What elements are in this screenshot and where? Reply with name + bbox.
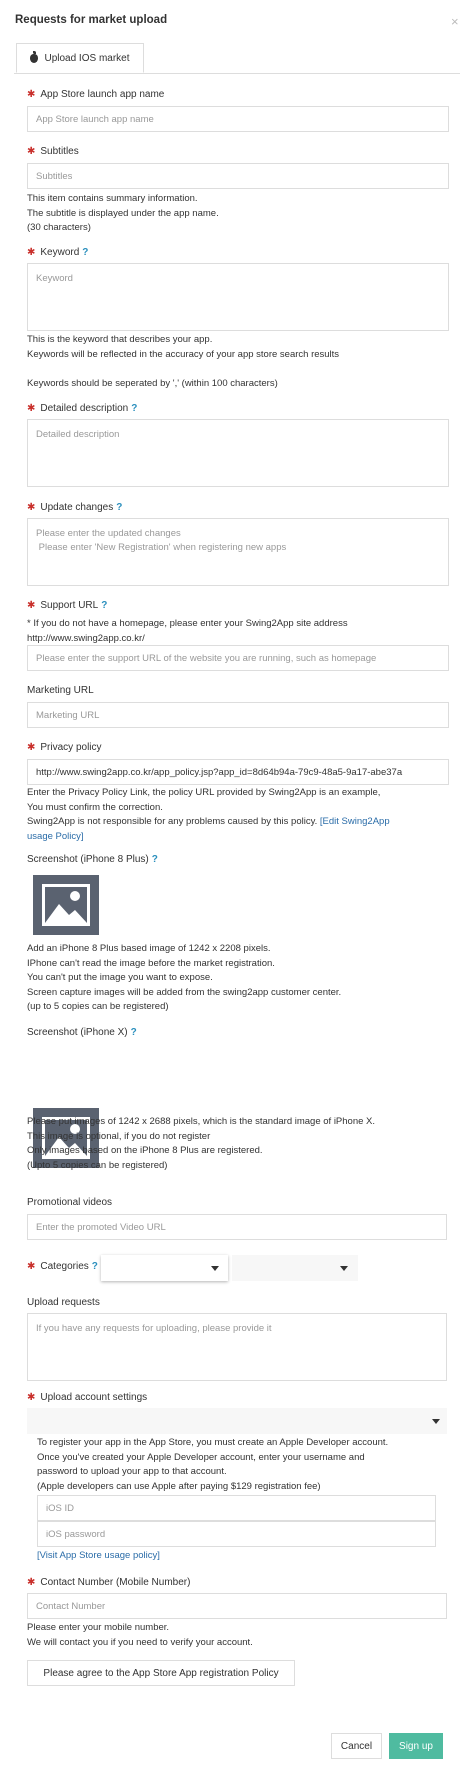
help-icon[interactable]: ? [131, 1027, 137, 1038]
account-select[interactable] [27, 1408, 447, 1434]
support-url-input[interactable]: Please enter the support URL of the webs… [27, 645, 449, 671]
sign-up-button[interactable]: Sign up [389, 1733, 443, 1759]
account-help: To register your app in the App Store, y… [37, 1437, 389, 1492]
upload-requests-label: Upload requests [27, 1297, 100, 1308]
agree-policy-button[interactable]: Please agree to the App Store App regist… [27, 1660, 295, 1686]
keyword-help: This is the keyword that describes your … [27, 334, 340, 360]
ios-password-input[interactable]: iOS password [37, 1521, 436, 1547]
support-url-note: * If you do not have a homepage, please … [27, 618, 348, 644]
privacy-policy-label: ✱ Privacy policy [27, 742, 102, 753]
contact-label: ✱ Contact Number (Mobile Number) [27, 1577, 191, 1588]
screenshot-x-label: Screenshot (iPhone X)? [27, 1027, 137, 1038]
screenshot-8plus-help: Add an iPhone 8 Plus based image of 1242… [27, 943, 342, 1012]
screenshot-8plus-label: Screenshot (iPhone 8 Plus)? [27, 854, 158, 865]
image-placeholder-icon[interactable] [33, 875, 99, 935]
edit-policy-link[interactable]: [Edit Swing2App [320, 816, 390, 827]
keyword-label: ✱ Keyword? [27, 247, 89, 258]
contact-help: Please enter your mobile number. We will … [27, 1622, 253, 1648]
subtitles-label: ✱ Subtitles [27, 146, 79, 157]
modal-title: Requests for market upload [15, 14, 168, 26]
edit-policy-link-cont[interactable]: usage Policy] [27, 830, 390, 845]
image-icon [42, 884, 90, 926]
update-changes-textarea[interactable]: Please enter the updated changes Please … [27, 518, 449, 586]
update-changes-label: ✱ Update changes? [27, 502, 123, 513]
marketing-url-input[interactable]: Marketing URL [27, 702, 449, 728]
category-secondary-select[interactable] [232, 1255, 358, 1281]
chevron-down-icon [211, 1266, 219, 1271]
marketing-url-label: Marketing URL [27, 685, 94, 696]
help-icon[interactable]: ? [131, 403, 137, 414]
app-store-policy-link[interactable]: [Visit App Store usage policy] [37, 1549, 160, 1564]
keyword-separator-help: Keywords should be seperated by ',' (wit… [27, 378, 278, 389]
required-icon: ✱ [27, 600, 36, 611]
contact-input[interactable]: Contact Number [27, 1593, 447, 1619]
required-icon: ✱ [27, 403, 36, 414]
required-icon: ✱ [27, 247, 36, 258]
description-label: ✱ Detailed description? [27, 403, 138, 414]
help-icon[interactable]: ? [82, 247, 88, 258]
tab-divider [14, 73, 460, 74]
promo-video-label: Promotional videos [27, 1197, 113, 1208]
required-icon: ✱ [27, 146, 36, 157]
required-icon: ✱ [27, 1261, 36, 1272]
chevron-down-icon [340, 1266, 348, 1271]
required-icon: ✱ [27, 502, 36, 513]
required-icon: ✱ [27, 89, 36, 100]
tab-upload-ios-market[interactable]: Upload IOS market [16, 43, 144, 73]
apple-icon [30, 50, 39, 63]
app-name-label: ✱ App Store launch app name [27, 89, 165, 100]
chevron-down-icon [432, 1419, 440, 1424]
description-textarea[interactable]: Detailed description [27, 419, 449, 487]
support-url-label: ✱ Support URL? [27, 600, 108, 611]
subtitles-input[interactable]: Subtitles [27, 163, 449, 189]
keyword-textarea[interactable]: Keyword [27, 263, 449, 331]
subtitles-help: This item contains summary information. T… [27, 193, 219, 233]
help-icon[interactable]: ? [92, 1261, 98, 1272]
upload-requests-textarea[interactable]: If you have any requests for uploading, … [27, 1313, 447, 1381]
help-icon[interactable]: ? [152, 854, 158, 865]
required-icon: ✱ [27, 742, 36, 753]
privacy-policy-help: Enter the Privacy Policy Link, the polic… [27, 786, 390, 844]
category-primary-select[interactable] [101, 1255, 228, 1281]
help-icon[interactable]: ? [116, 502, 122, 513]
cancel-button[interactable]: Cancel [331, 1733, 382, 1759]
close-icon[interactable]: × [451, 14, 459, 29]
screenshot-x-help: Please put images of 1242 x 2688 pixels,… [27, 1116, 376, 1171]
help-icon[interactable]: ? [101, 600, 107, 611]
app-name-input[interactable]: App Store launch app name [27, 106, 449, 132]
required-icon: ✱ [27, 1392, 36, 1403]
categories-label: ✱ Categories? [27, 1261, 98, 1272]
privacy-policy-input[interactable]: http://www.swing2app.co.kr/app_policy.js… [27, 759, 449, 785]
account-label: ✱ Upload account settings [27, 1392, 148, 1403]
required-icon: ✱ [27, 1577, 36, 1588]
promo-video-input[interactable]: Enter the promoted Video URL [27, 1214, 447, 1240]
ios-id-input[interactable]: iOS ID [37, 1495, 436, 1521]
tab-label: Upload IOS market [44, 52, 130, 64]
